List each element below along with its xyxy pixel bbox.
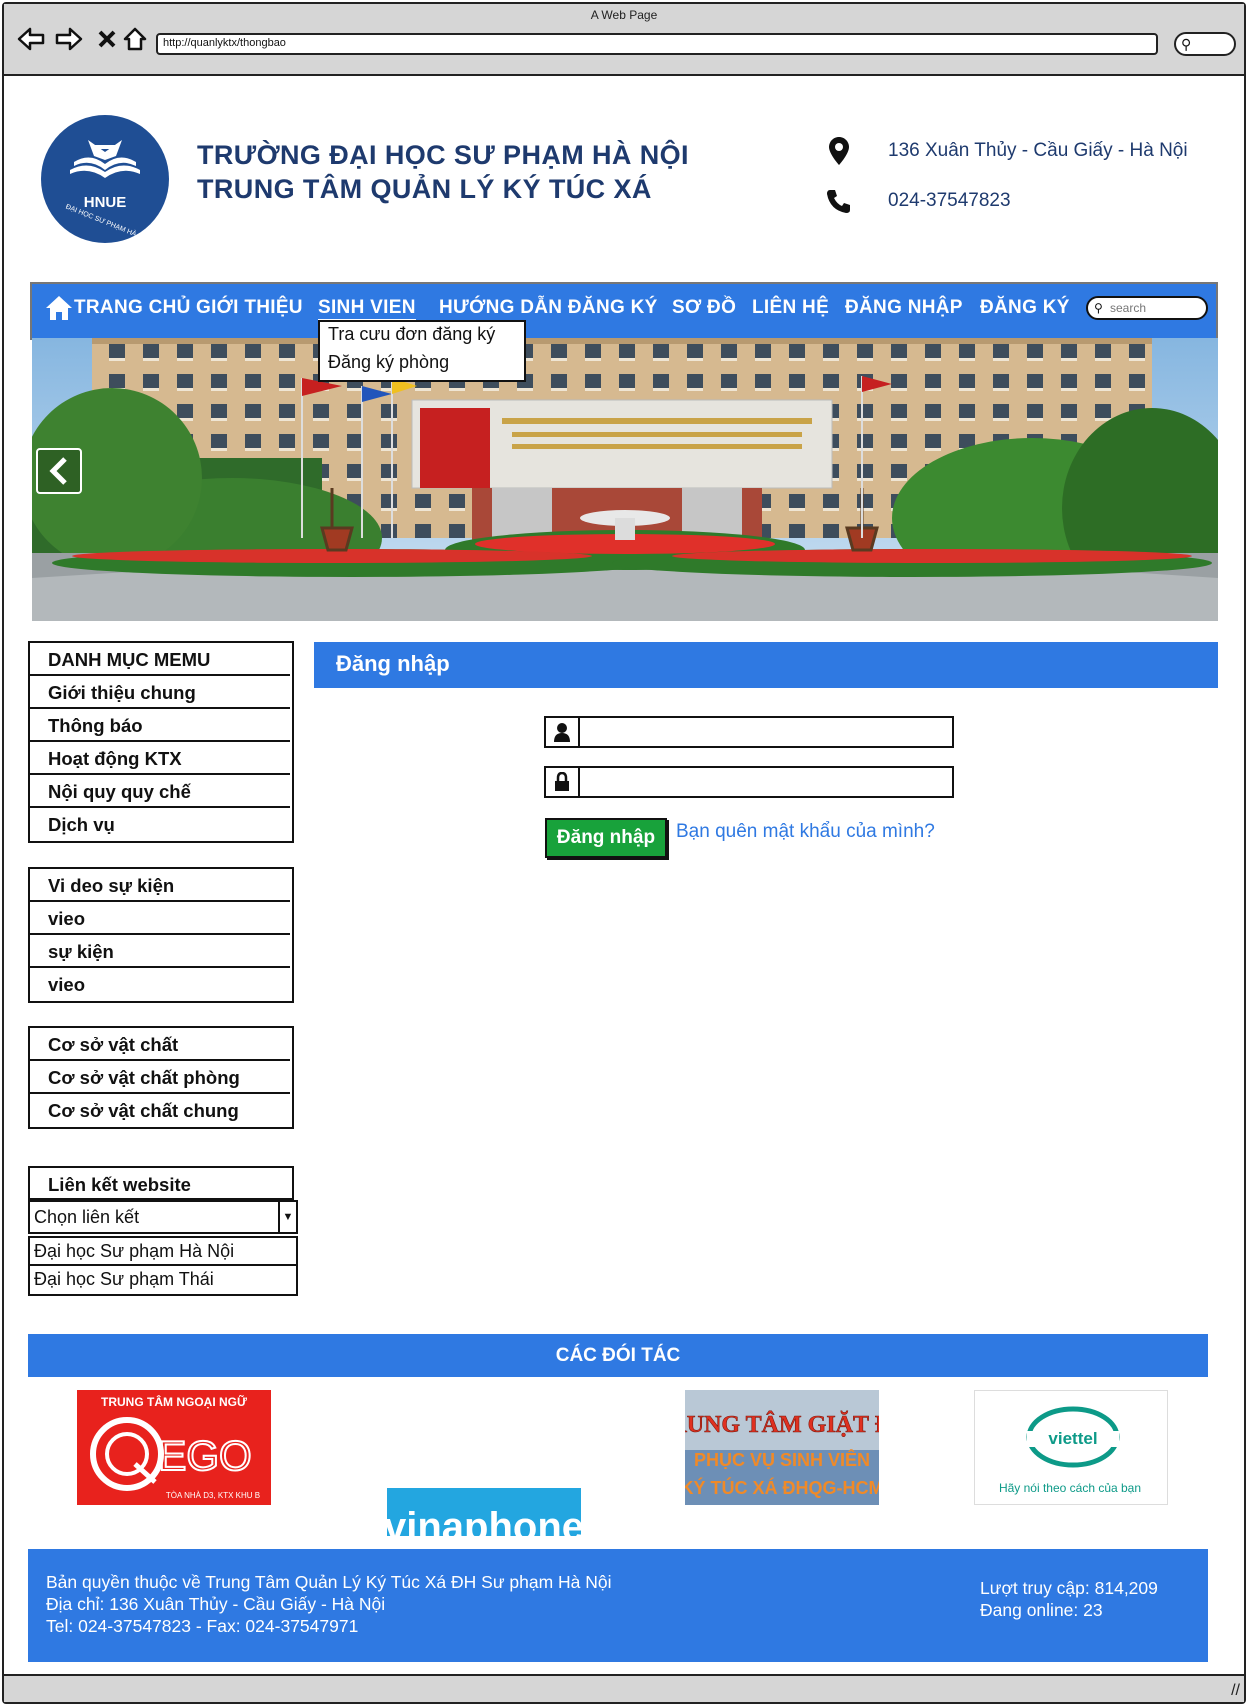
- nav-item-about[interactable]: GIỚI THIỆU: [196, 297, 303, 319]
- forward-icon[interactable]: [54, 24, 84, 54]
- browser-statusbar: //: [4, 1674, 1244, 1702]
- links-option[interactable]: Đại học Sư phạm Thái: [30, 1266, 296, 1294]
- video-box: Vi deo sự kiện vieo sự kiện vieo: [28, 867, 294, 1003]
- partner-laundry-logo[interactable]: TRUNG TÂM GIẶT ĐỒ PHỤC VỤ SINH VIÊN KÝ T…: [685, 1390, 879, 1505]
- links-select-value: Chọn liên kết: [34, 1207, 140, 1227]
- footer-stats: Lượt truy cập: 814,209 Đang online: 23: [980, 1577, 1158, 1621]
- facilities-box: Cơ sở vật chất Cơ sở vật chất phòng Cơ s…: [28, 1026, 294, 1129]
- menu-item-intro[interactable]: Giới thiệu chung: [30, 676, 290, 709]
- dropdown-item-lookup[interactable]: Tra cưu đơn đăng ký: [320, 322, 524, 350]
- ego-top-text: TRUNG TÂM NGOẠI NGỮ: [101, 1394, 247, 1409]
- phone-text: 024-37547823: [888, 190, 1011, 211]
- address-row: 136 Xuân Thủy - Cầu Giấy - Hà Nội: [826, 136, 1188, 166]
- chevron-down-icon[interactable]: ▼: [278, 1202, 296, 1232]
- video-item[interactable]: sự kiện: [30, 935, 290, 968]
- viettel-text: viettel: [1048, 1429, 1097, 1448]
- nav-item-contact[interactable]: LIÊN HỆ: [752, 297, 829, 319]
- nav-home-icon[interactable]: [44, 294, 74, 322]
- browser-toolbar: A Web Page http://quanlyktx/thongbao ⚲: [4, 4, 1244, 76]
- nav-item-map[interactable]: SƠ ĐỒ: [672, 297, 736, 319]
- nav-item-register-guide[interactable]: HƯỚNG DẪN ĐĂNG KÝ: [439, 297, 658, 319]
- nav-item-login[interactable]: ĐĂNG NHẬP: [845, 297, 963, 319]
- menu-item-services[interactable]: Dịch vụ: [30, 808, 290, 841]
- footer-copyright: Bản quyền thuộc về Trung Tâm Quản Lý Ký …: [46, 1572, 612, 1592]
- phone-icon: [826, 186, 852, 216]
- partner-vinaphone-logo[interactable]: vinaphone: [387, 1488, 581, 1536]
- laundry-line-3: KÝ TÚC XÁ ĐHQG-HCM: [685, 1477, 879, 1498]
- links-select[interactable]: Chọn liên kết ▼: [28, 1200, 298, 1234]
- slider-prev-button[interactable]: [36, 448, 82, 494]
- online-count: Đang online: 23: [980, 1600, 1103, 1620]
- map-pin-icon: [826, 136, 852, 166]
- lock-icon: [546, 768, 580, 796]
- menu-item-activities[interactable]: Hoạt động KTX: [30, 742, 290, 775]
- school-name: TRƯỜNG ĐẠI HỌC SƯ PHẠM HÀ NỘI TRUNG TÂM …: [197, 138, 689, 206]
- menu-item-notices[interactable]: Thông báo: [30, 709, 290, 742]
- nav-item-home[interactable]: TRANG CHỦ: [74, 297, 191, 319]
- main-nav: TRANG CHỦ GIỚI THIỆU SINH VIEN HƯỚNG DẪN…: [30, 282, 1218, 340]
- password-field[interactable]: [544, 766, 954, 798]
- video-item[interactable]: vieo: [30, 902, 290, 935]
- dropdown-item-room-register[interactable]: Đăng ký phòng: [320, 350, 524, 378]
- user-icon: [546, 718, 580, 746]
- url-bar[interactable]: http://quanlyktx/thongbao: [156, 33, 1158, 55]
- school-line-1: TRƯỜNG ĐẠI HỌC SƯ PHẠM HÀ NỘI: [197, 140, 689, 170]
- partner-viettel-logo[interactable]: viettel Hãy nói theo cách của bạn: [974, 1390, 1168, 1505]
- ego-bottom-text: TÒA NHÀ D3, KTX KHU B: [166, 1491, 260, 1500]
- footer-phone: Tel: 024-37547823 - Fax: 024-37547971: [46, 1616, 359, 1636]
- hero-slider: [32, 338, 1218, 621]
- links-option[interactable]: Đại học Sư phạm Hà Nội: [30, 1238, 296, 1266]
- username-field[interactable]: [544, 716, 954, 748]
- partner-ego-logo[interactable]: TRUNG TÂM NGOẠI NGỮ EGO TÒA NHÀ D3, KTX …: [77, 1390, 271, 1505]
- hnue-logo[interactable]: HNUE ĐẠI HỌC SƯ PHẠM HÀ NỘI: [32, 112, 180, 246]
- menu-title: DANH MỤC MEMU: [30, 643, 290, 676]
- phone-row: 024-37547823: [826, 186, 1011, 216]
- links-box: Liên kết website: [28, 1166, 294, 1200]
- forgot-password-link[interactable]: Bạn quên mật khẩu của mình?: [676, 821, 935, 843]
- nav-item-register[interactable]: ĐĂNG KÝ: [980, 297, 1070, 319]
- footer-info: Bản quyền thuộc về Trung Tâm Quản Lý Ký …: [46, 1571, 612, 1637]
- links-options: Đại học Sư phạm Hà Nội Đại học Sư phạm T…: [28, 1236, 298, 1296]
- laundry-line-2: PHỤC VỤ SINH VIÊN: [694, 1449, 870, 1470]
- school-line-2: TRUNG TÂM QUẢN LÝ KÝ TÚC XÁ: [197, 174, 652, 204]
- chevron-left-icon: [49, 457, 67, 485]
- menu-item-rules[interactable]: Nội quy quy chế: [30, 775, 290, 808]
- address-text: 136 Xuân Thủy - Cầu Giấy - Hà Nội: [888, 140, 1188, 161]
- close-icon[interactable]: [92, 24, 122, 54]
- links-title: Liên kết website: [48, 1174, 191, 1195]
- back-icon[interactable]: [16, 24, 46, 54]
- laundry-line-1: TRUNG TÂM GIẶT ĐỒ: [685, 1411, 879, 1438]
- video-title: Vi deo sự kiện: [30, 869, 290, 902]
- resize-grip-icon[interactable]: //: [1231, 1682, 1240, 1700]
- facilities-item-room[interactable]: Cơ sở vật chất phòng: [30, 1061, 290, 1094]
- search-icon: ⚲: [1181, 36, 1192, 52]
- partners-title: CÁC ĐÓI TÁC: [28, 1334, 1208, 1377]
- facilities-title: Cơ sở vật chất: [30, 1028, 290, 1061]
- facilities-item-common[interactable]: Cơ sở vật chất chung: [30, 1094, 290, 1127]
- students-dropdown: Tra cưu đơn đăng ký Đăng ký phòng: [318, 320, 526, 382]
- search-icon: ⚲: [1094, 301, 1103, 315]
- home-icon[interactable]: [120, 24, 150, 54]
- vinaphone-text: vinaphone: [387, 1505, 581, 1536]
- ego-brand-text: EGO: [158, 1432, 251, 1479]
- nav-item-students[interactable]: SINH VIEN: [318, 297, 416, 321]
- login-button[interactable]: Đăng nhập: [545, 818, 667, 858]
- viettel-slogan: Hãy nói theo cách của bạn: [999, 1481, 1141, 1495]
- browser-search[interactable]: ⚲: [1174, 32, 1236, 56]
- login-panel-title: Đăng nhập: [314, 642, 1218, 688]
- visit-count: Lượt truy cập: 814,209: [980, 1578, 1158, 1598]
- campus-photo: [32, 338, 1218, 621]
- footer-address: Địa chỉ: 136 Xuân Thủy - Cầu Giấy - Hà N…: [46, 1594, 386, 1614]
- video-item[interactable]: vieo: [30, 968, 290, 1001]
- nav-search-input[interactable]: ⚲ search: [1086, 296, 1208, 320]
- site-footer: Bản quyền thuộc về Trung Tâm Quản Lý Ký …: [28, 1549, 1208, 1662]
- menu-box: DANH MỤC MEMU Giới thiệu chung Thông báo…: [28, 641, 294, 843]
- window-title: A Web Page: [590, 8, 658, 22]
- logo-text: HNUE: [84, 194, 127, 211]
